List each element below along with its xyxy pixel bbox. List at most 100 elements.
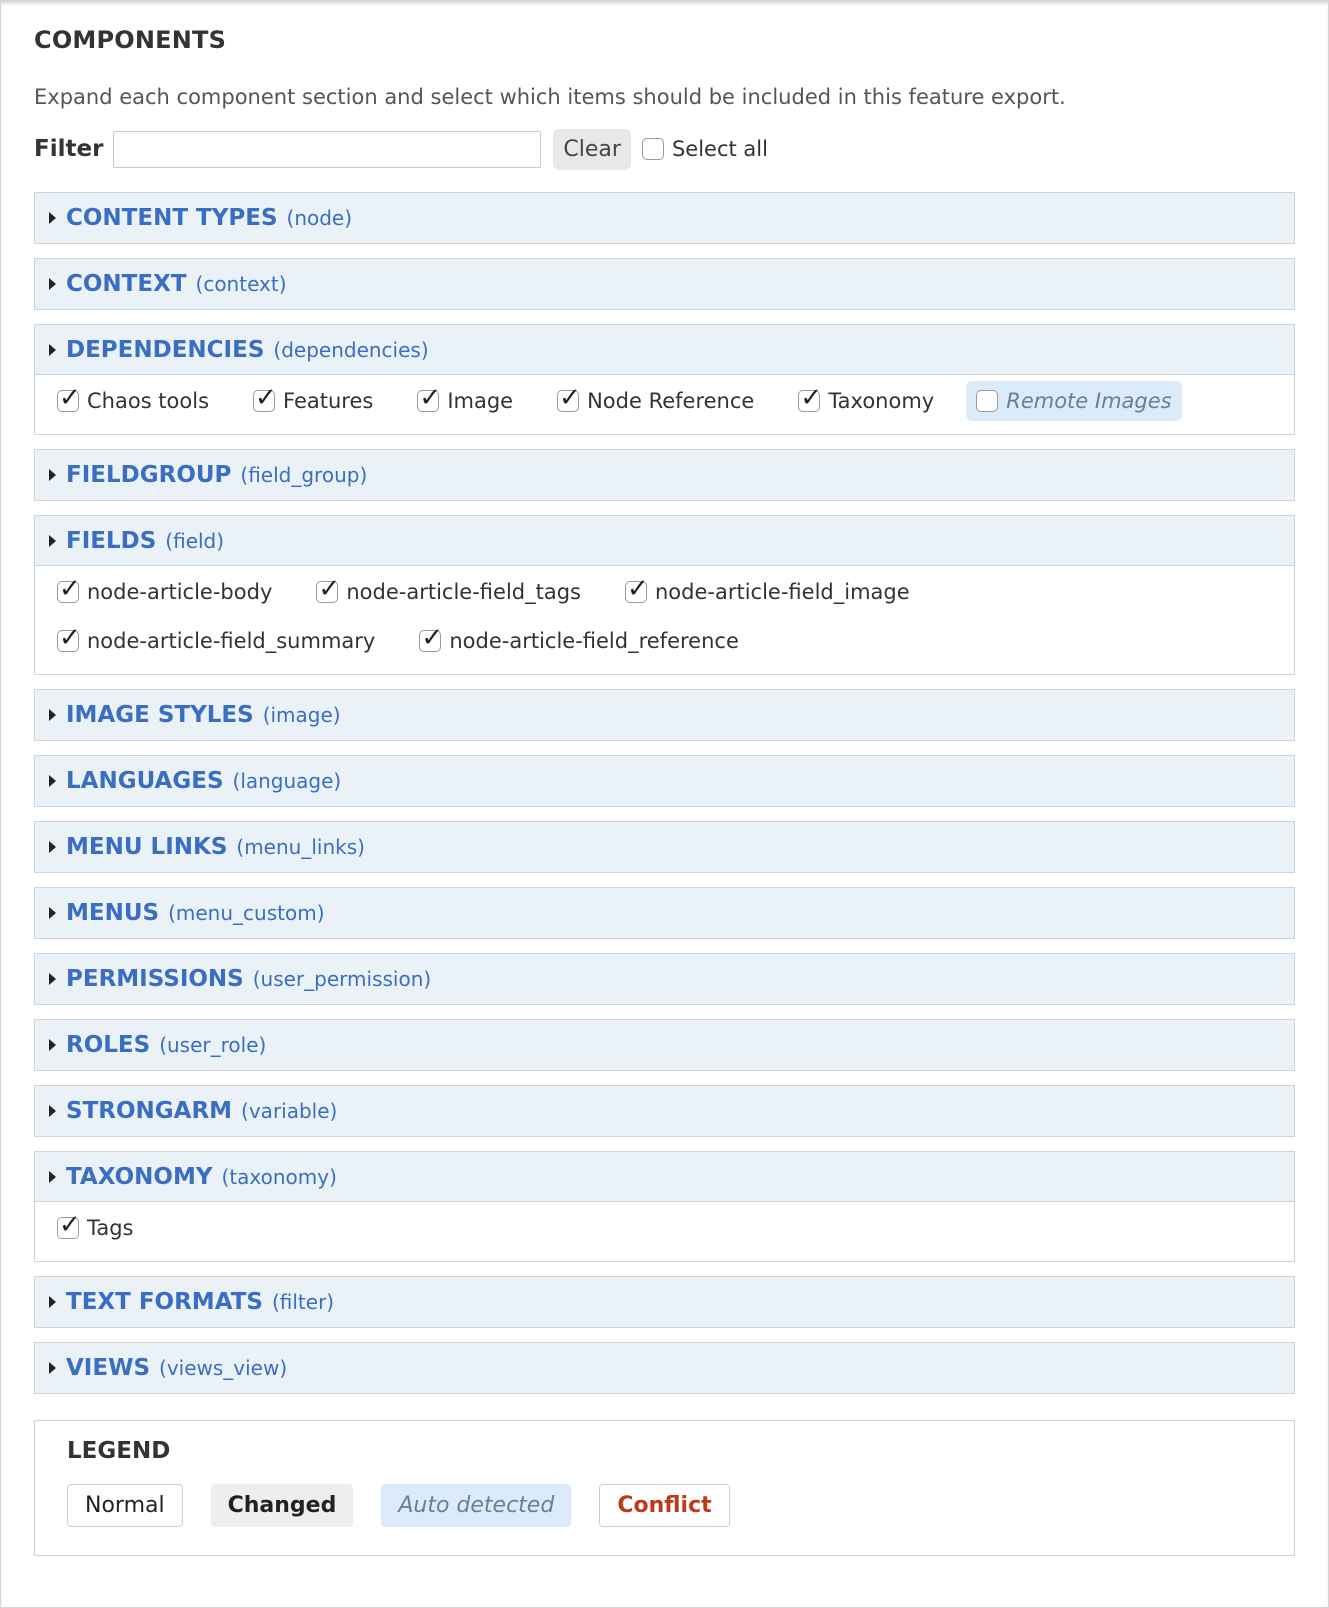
component-item[interactable]: node-article-field_reference (419, 621, 739, 661)
item-label: Features (283, 389, 374, 413)
expand-arrow-icon (49, 1170, 56, 1183)
item-checkbox[interactable] (316, 574, 340, 604)
section-header-toggle[interactable]: IMAGE STYLES (image) (35, 690, 1294, 740)
component-section: LANGUAGES (language) (34, 755, 1295, 807)
section-title[interactable]: CONTENT TYPES (66, 205, 278, 231)
section-title[interactable]: MENU LINKS (66, 834, 227, 860)
item-checkbox[interactable] (557, 383, 581, 413)
item-label: Tags (87, 1216, 134, 1240)
clear-button[interactable]: Clear (553, 128, 631, 170)
component-item[interactable]: Tags (57, 1208, 134, 1248)
expand-arrow-icon (49, 212, 56, 224)
section-title[interactable]: DEPENDENCIES (66, 337, 264, 363)
section-header-toggle[interactable]: ROLES (user_role) (35, 1020, 1294, 1070)
select-all-toggle[interactable]: Select all (641, 137, 768, 161)
component-item[interactable]: Image (417, 381, 513, 421)
component-section: STRONGARM (variable) (34, 1085, 1295, 1137)
section-title[interactable]: ROLES (66, 1032, 150, 1058)
section-items: Tags (35, 1202, 1294, 1261)
section-title[interactable]: LANGUAGES (66, 768, 224, 794)
item-label: Remote Images (1006, 389, 1172, 413)
section-machine-name: (context) (195, 272, 287, 296)
expand-arrow-icon (49, 469, 56, 481)
item-checkbox[interactable] (419, 623, 443, 653)
filter-input[interactable] (113, 130, 542, 168)
section-title[interactable]: TAXONOMY (66, 1164, 213, 1190)
item-checkbox[interactable] (57, 1210, 81, 1240)
filter-row: Filter Clear Select all (34, 128, 1295, 170)
section-header-toggle[interactable]: PERMISSIONS (user_permission) (35, 954, 1294, 1004)
section-title[interactable]: FIELDS (66, 528, 156, 554)
page-title: COMPONENTS (34, 26, 227, 54)
section-title[interactable]: PERMISSIONS (66, 966, 244, 992)
section-machine-name: (views_view) (159, 1356, 288, 1380)
section-title[interactable]: VIEWS (66, 1355, 150, 1381)
component-section: FIELDS(field)node-article-bodynode-artic… (34, 515, 1295, 675)
expand-arrow-icon (49, 907, 56, 919)
section-title[interactable]: FIELDGROUP (66, 462, 231, 488)
section-items: node-article-body node-article-field_tags… (35, 566, 1294, 674)
section-header-toggle[interactable]: STRONGARM (variable) (35, 1086, 1294, 1136)
component-item[interactable]: Features (253, 381, 373, 421)
component-section: PERMISSIONS (user_permission) (34, 953, 1295, 1005)
item-checkbox[interactable] (57, 623, 81, 653)
select-all-checkbox[interactable] (641, 138, 664, 160)
section-header-toggle[interactable]: DEPENDENCIES (dependencies) (35, 325, 1294, 375)
section-title[interactable]: TEXT FORMATS (66, 1289, 263, 1315)
component-section: TAXONOMY (taxonomy) Tags (34, 1151, 1295, 1262)
section-header-toggle[interactable]: FIELDGROUP (field_group) (35, 450, 1294, 500)
section-header-toggle[interactable]: MENUS (menu_custom) (35, 888, 1294, 938)
section-header-toggle[interactable]: CONTENT TYPES (node) (35, 193, 1294, 243)
expand-arrow-icon (49, 343, 56, 356)
expand-arrow-icon (49, 1296, 56, 1308)
component-section: DEPENDENCIES (dependencies) Chaos tools Fea… (34, 324, 1295, 435)
section-header-toggle[interactable]: FIELDS (field) (35, 516, 1294, 566)
section-machine-name: (field_group) (240, 463, 368, 487)
item-checkbox[interactable] (798, 383, 822, 413)
component-item[interactable]: node-article-body (57, 572, 272, 612)
component-section: VIEWS (views_view) (34, 1342, 1295, 1394)
section-title[interactable]: CONTEXT (66, 271, 187, 297)
component-section: MENU LINKS (menu_links) (34, 821, 1295, 873)
section-machine-name: (filter) (271, 1290, 335, 1314)
section-machine-name: (menu_links) (236, 835, 365, 859)
section-header-toggle[interactable]: MENU LINKS (menu_links) (35, 822, 1294, 872)
component-item[interactable]: Taxonomy (798, 381, 934, 421)
item-checkbox[interactable] (57, 574, 81, 604)
item-checkbox[interactable] (417, 383, 441, 413)
section-header-toggle[interactable]: TAXONOMY (taxonomy) (35, 1152, 1294, 1202)
expand-arrow-icon (49, 709, 56, 721)
section-machine-name: (node) (286, 206, 353, 230)
item-label: Taxonomy (828, 389, 935, 413)
item-checkbox[interactable] (253, 383, 277, 413)
component-item[interactable]: Chaos tools (57, 381, 209, 421)
component-item[interactable]: node-article-field_tags (316, 572, 581, 612)
item-checkbox[interactable] (57, 383, 81, 413)
description: Expand each component section and select… (34, 85, 1066, 109)
section-machine-name: (language) (232, 769, 342, 793)
select-all-label: Select all (671, 137, 768, 161)
section-title[interactable]: MENUS (66, 900, 159, 926)
section-title[interactable]: IMAGE STYLES (66, 702, 254, 728)
component-item[interactable]: Remote Images (966, 381, 1182, 421)
section-header-toggle[interactable]: LANGUAGES (language) (35, 756, 1294, 806)
section-header-toggle[interactable]: VIEWS (views_view) (35, 1343, 1294, 1393)
section-header-toggle[interactable]: CONTEXT (context) (35, 259, 1294, 309)
component-section: TEXT FORMATS (filter) (34, 1276, 1295, 1328)
item-label: node-article-field_reference (449, 629, 739, 653)
component-item[interactable]: Node Reference (557, 381, 754, 421)
section-machine-name: (variable) (241, 1099, 338, 1123)
component-item[interactable]: node-article-field_image (625, 572, 910, 612)
item-label: Image (447, 389, 514, 413)
expand-arrow-icon (49, 841, 56, 853)
item-checkbox[interactable] (625, 574, 649, 604)
filter-label: Filter (34, 136, 104, 162)
expand-arrow-icon (49, 534, 56, 547)
component-section: ROLES (user_role) (34, 1019, 1295, 1071)
section-machine-name: (user_permission) (252, 967, 432, 991)
section-title[interactable]: STRONGARM (66, 1098, 232, 1124)
section-header-toggle[interactable]: TEXT FORMATS (filter) (35, 1277, 1294, 1327)
item-label: Chaos tools (87, 389, 210, 413)
component-item[interactable]: node-article-field_summary (57, 621, 375, 661)
item-checkbox[interactable] (976, 390, 999, 412)
